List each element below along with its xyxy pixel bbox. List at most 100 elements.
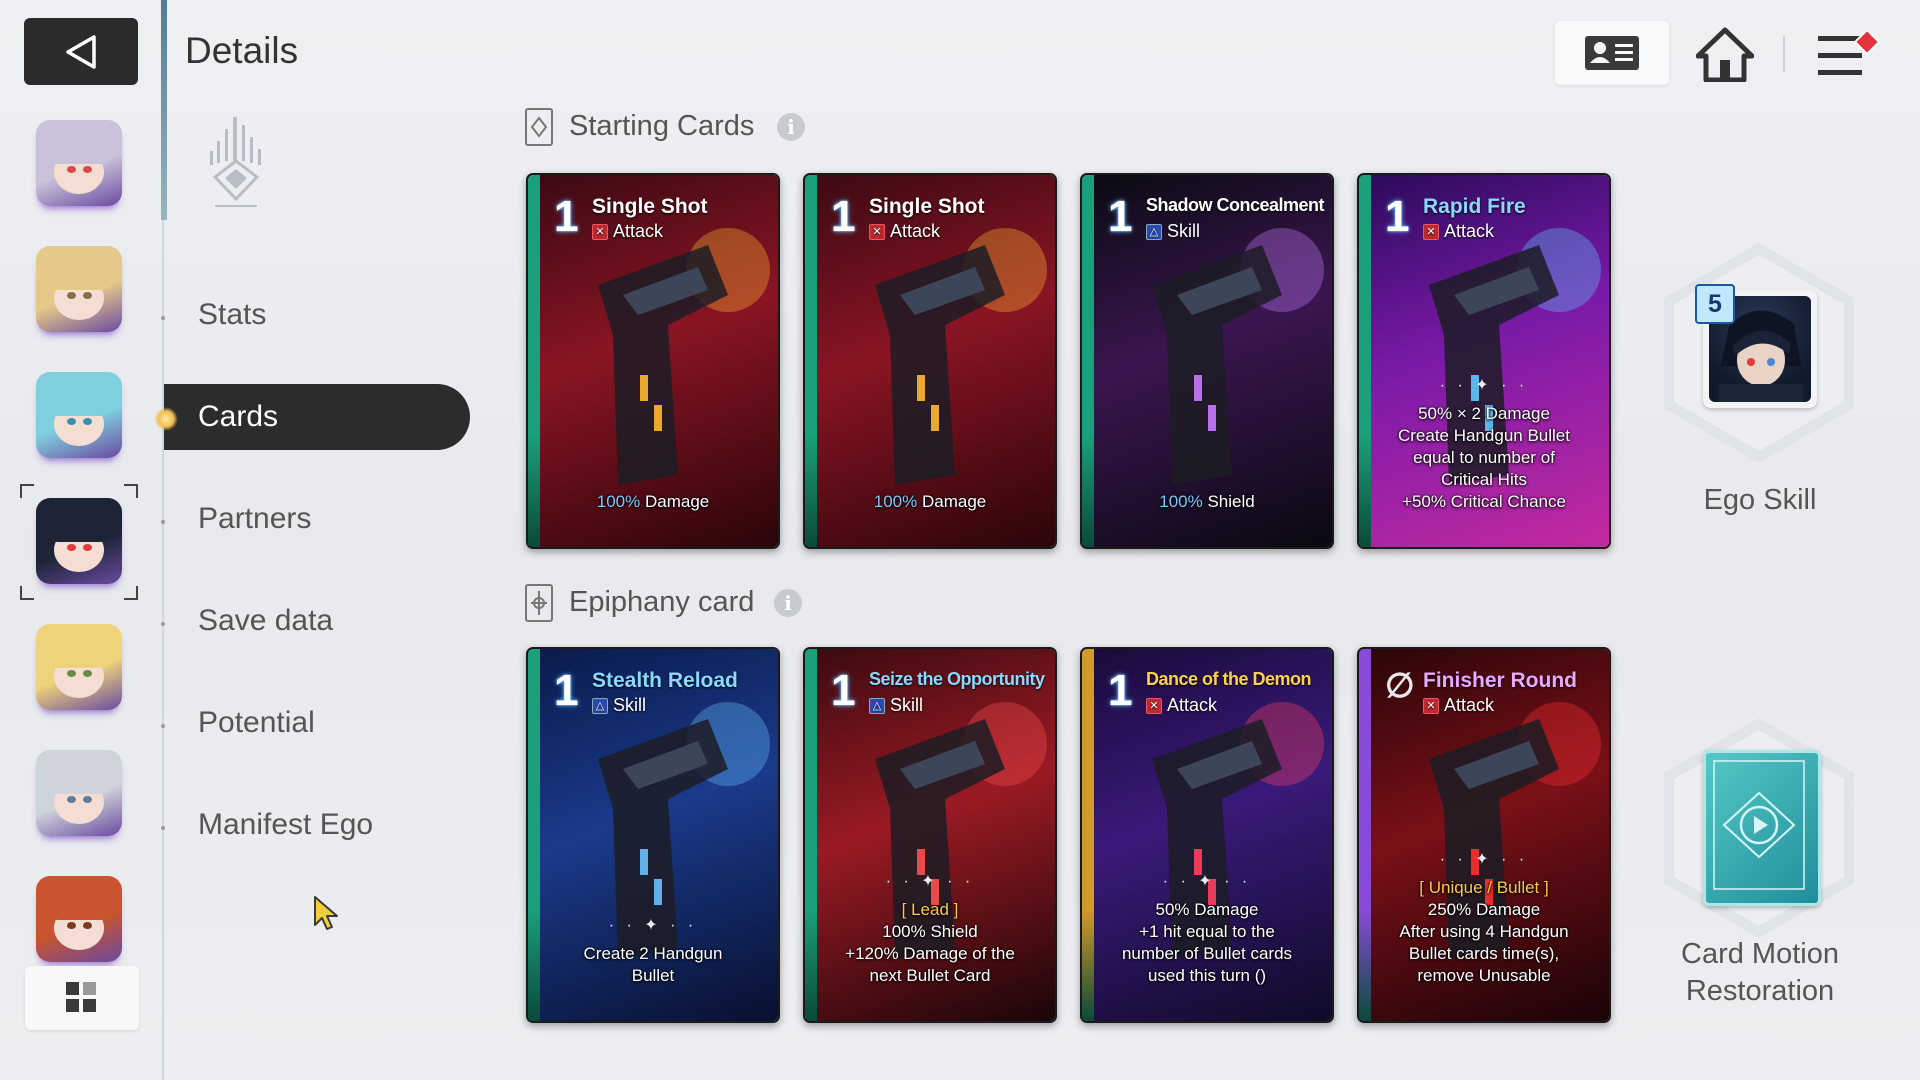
- back-button[interactable]: [24, 18, 138, 85]
- avatar-eye: [83, 418, 92, 425]
- card-type-label: Skill: [890, 695, 924, 715]
- epiphany-section-icon: [525, 584, 553, 622]
- play-card-icon: [1713, 760, 1805, 890]
- card-dance-of-the-demon[interactable]: 1 Dance of the Demon ✕ Attack · · ✦ · · 50% D…: [1080, 647, 1334, 1023]
- attack-type-icon: ✕: [1423, 223, 1439, 240]
- nav-item-save-data[interactable]: Save data: [198, 604, 333, 638]
- card-name: Seize the Opportunity: [869, 669, 1045, 689]
- card-finisher-round[interactable]: ∅ Finisher Round ✕ Attack · · ✦ · · [ Unique …: [1357, 647, 1611, 1023]
- avatar-eye: [67, 292, 76, 299]
- home-icon: [1695, 27, 1755, 83]
- nav-bullet: [161, 724, 165, 728]
- card-cost: 1: [1385, 192, 1410, 241]
- attack-type-icon: ✕: [592, 223, 608, 240]
- info-icon[interactable]: i: [777, 113, 805, 141]
- card-seize-the-opportunity[interactable]: 1 Seize the Opportunity △ Skill · · ✦ · · [ L…: [803, 647, 1057, 1023]
- skill-type-icon: △: [1146, 223, 1162, 240]
- menu-button[interactable]: [1815, 28, 1881, 87]
- attack-type-icon: ✕: [1146, 697, 1162, 714]
- profile-card-button[interactable]: [1555, 21, 1669, 85]
- avatar-hair: [46, 638, 112, 668]
- card-motion-label-1: Card Motion: [1681, 938, 1839, 970]
- card-description: Create 2 Handgun Bullet: [536, 943, 770, 987]
- page-title: Details: [185, 30, 299, 71]
- card-tag: [ Unique / Bullet ]: [1419, 878, 1549, 897]
- card-type-label: Skill: [1167, 221, 1201, 241]
- card-motion-label-2: Restoration: [1685, 975, 1835, 1007]
- card-cost: 1: [554, 666, 579, 715]
- avatar-eye: [67, 166, 76, 173]
- card-desc-line: Create 2 Handgun: [583, 944, 723, 963]
- card-desc-line: 50% Damage: [1155, 900, 1259, 919]
- card-description: 100% Damage: [536, 491, 770, 513]
- card-description: [ Lead ] 100% Shield +120% Damage of the ne…: [813, 899, 1047, 987]
- avatar-1[interactable]: [36, 120, 122, 206]
- avatar-6[interactable]: [36, 750, 122, 836]
- id-card-icon: [1585, 36, 1639, 70]
- card-desc-line: equal to number of: [1413, 448, 1555, 467]
- grid-view-button[interactable]: [25, 966, 139, 1030]
- info-icon[interactable]: i: [774, 589, 802, 617]
- card-single-shot[interactable]: 1 Single Shot ✕ Attack 100% Damage: [803, 173, 1057, 549]
- card-type: ✕ Attack: [1423, 695, 1494, 716]
- ego-level-badge: 5: [1695, 284, 1735, 324]
- card-rapid-fire[interactable]: 1 Rapid Fire ✕ Attack · · ✦ · · 50% × 2 Damag…: [1357, 173, 1611, 549]
- card-type: ✕ Attack: [1423, 221, 1494, 242]
- nav-item-stats[interactable]: Stats: [198, 298, 266, 332]
- avatar-eye: [83, 796, 92, 803]
- card-description: 100% Shield: [1090, 491, 1324, 513]
- card-shadow-concealment[interactable]: 1 Shadow Concealment △ Skill 100% Shield: [1080, 173, 1334, 549]
- nav-item-partners[interactable]: Partners: [198, 502, 311, 536]
- card-stealth-reload[interactable]: 1 Stealth Reload △ Skill · · ✦ · · Create 2 H…: [526, 647, 780, 1023]
- nav-item-cards[interactable]: Cards: [198, 400, 278, 434]
- avatar-hair: [46, 134, 112, 164]
- ego-skill-button[interactable]: 5: [1695, 284, 1817, 408]
- card-name: Single Shot: [869, 195, 985, 218]
- hamburger-menu-icon: [1818, 28, 1881, 75]
- card-motion-restoration-button[interactable]: [1703, 750, 1821, 906]
- avatar-eye: [67, 796, 76, 803]
- toolbar-separator: [1783, 36, 1785, 72]
- card-desc-text: Shield: [1202, 492, 1255, 511]
- nav-item-potential[interactable]: Potential: [198, 706, 315, 740]
- notification-diamond-icon: [1853, 28, 1881, 56]
- card-cost: 1: [1108, 192, 1133, 241]
- skill-type-icon: △: [869, 697, 885, 714]
- card-type: ✕ Attack: [1146, 695, 1217, 716]
- card-single-shot[interactable]: 1 Single Shot ✕ Attack 100% Damage: [526, 173, 780, 549]
- avatar-7[interactable]: [36, 876, 122, 962]
- card-type: △ Skill: [869, 695, 923, 716]
- card-desc-text: Damage: [917, 492, 987, 511]
- sidebar-divider: [162, 220, 164, 1080]
- card-desc-line: Bullet: [631, 966, 675, 985]
- avatar-eye: [67, 670, 76, 677]
- avatar-5[interactable]: [36, 624, 122, 710]
- card-name: Rapid Fire: [1423, 195, 1526, 218]
- card-desc-line: remove Unusable: [1417, 966, 1551, 985]
- card-tag: [ Lead ]: [901, 900, 959, 919]
- attack-type-icon: ✕: [1423, 697, 1439, 714]
- card-desc-line: 50% × 2 Damage: [1418, 404, 1550, 423]
- avatar-2[interactable]: [36, 246, 122, 332]
- grid-icon: [66, 982, 96, 1012]
- epiphany-card-title: Epiphany card: [569, 586, 755, 618]
- card-desc-value: 100%: [873, 492, 918, 511]
- card-desc-line: +120% Damage of the: [845, 944, 1015, 963]
- attack-type-icon: ✕: [869, 223, 885, 240]
- back-triangle-icon: [66, 34, 96, 69]
- nav-bullet: [161, 316, 165, 320]
- avatar-eye: [83, 670, 92, 677]
- home-button[interactable]: [1695, 26, 1755, 87]
- nav-bullet: [161, 826, 165, 830]
- card-description: 50% × 2 Damage Create Handgun Bullet equal…: [1367, 403, 1601, 513]
- nav-bullet: [161, 520, 165, 524]
- avatar-hair: [46, 386, 112, 416]
- card-section-icon: [525, 108, 553, 146]
- avatar-3[interactable]: [36, 372, 122, 458]
- card-description: [ Unique / Bullet ] 250% Damage After usin…: [1367, 877, 1601, 987]
- nav-item-manifest-ego[interactable]: Manifest Ego: [198, 808, 373, 842]
- card-type-label: Attack: [890, 221, 941, 241]
- ego-skill-label: Ego Skill: [1703, 484, 1817, 516]
- card-desc-line: 100% Shield: [882, 922, 978, 941]
- card-divider-stars-icon: · · ✦ · ·: [1439, 377, 1529, 394]
